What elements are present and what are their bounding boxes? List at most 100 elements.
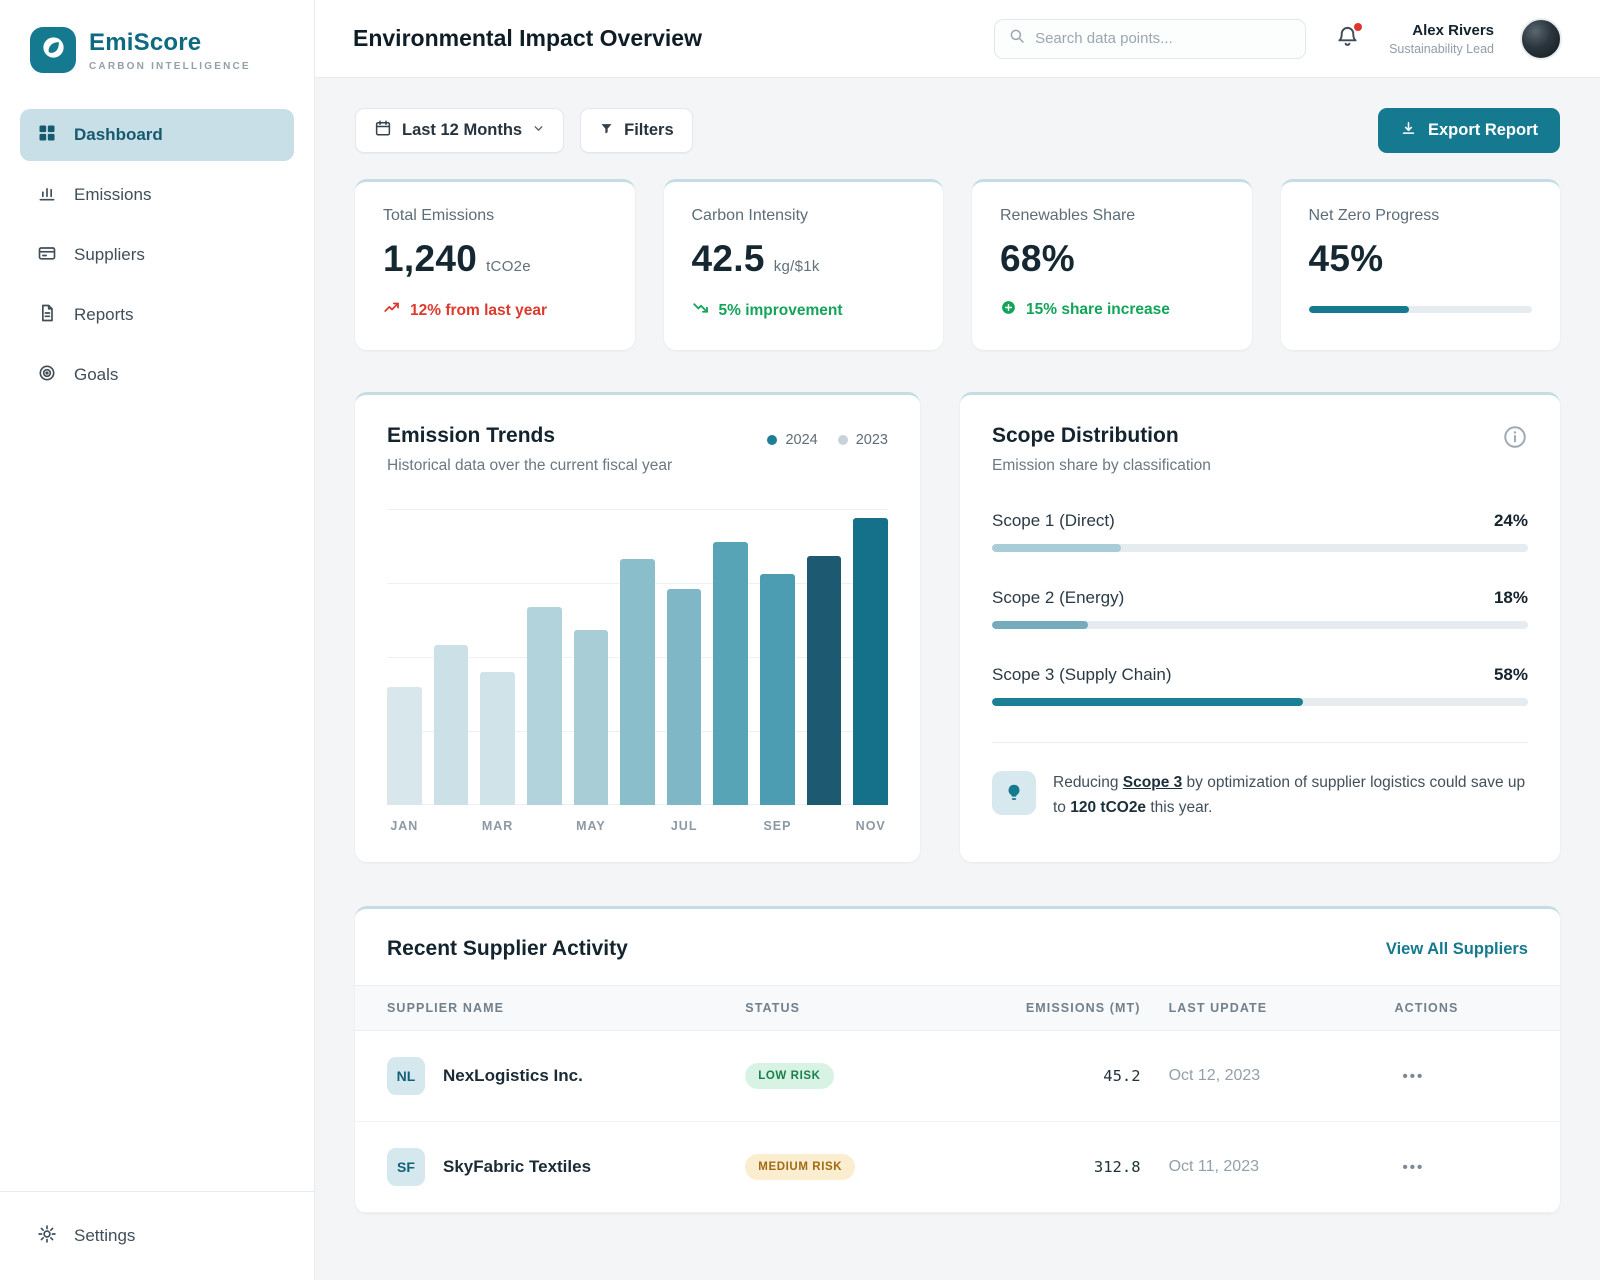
tip-text: Reducing Scope 3 by optimization of supp… xyxy=(1053,771,1528,821)
brand: EmiScore CARBON INTELLIGENCE xyxy=(0,0,314,109)
stat-card-carbon-intensity: Carbon Intensity 42.5 kg/$1k 5% improvem… xyxy=(664,179,944,350)
filters-button[interactable]: Filters xyxy=(580,108,693,153)
scope-pct: 24% xyxy=(1494,511,1528,531)
sidebar-item-settings[interactable]: Settings xyxy=(20,1210,294,1262)
supplier-name: NexLogistics Inc. xyxy=(443,1066,583,1086)
trend-up-icon xyxy=(383,299,401,322)
divider xyxy=(992,742,1528,743)
scope-row-2: Scope 2 (Energy) 18% xyxy=(992,588,1528,629)
x-axis-label xyxy=(713,819,748,833)
scope-distribution-card: Scope Distribution Emission share by cla… xyxy=(960,392,1560,862)
col-supplier-name: SUPPLIER NAME xyxy=(387,1001,745,1015)
scope-fill xyxy=(992,698,1303,706)
avatar[interactable] xyxy=(1520,18,1562,60)
scope-row-1: Scope 1 (Direct) 24% xyxy=(992,511,1528,552)
gear-icon xyxy=(37,1224,57,1249)
sidebar-footer: Settings xyxy=(0,1191,314,1280)
export-report-button[interactable]: Export Report xyxy=(1378,108,1560,153)
x-axis-label: MAY xyxy=(574,819,609,833)
info-icon[interactable] xyxy=(1502,424,1528,450)
legend-item-2023: 2023 xyxy=(838,432,888,448)
suppliers-head: Recent Supplier Activity View All Suppli… xyxy=(355,909,1560,985)
sidebar-item-label: Emissions xyxy=(74,185,151,205)
supplier-initials-avatar: SF xyxy=(387,1148,425,1186)
toolbar: Last 12 Months Filters Export Report xyxy=(355,108,1560,153)
document-icon xyxy=(37,303,57,328)
bar-sep xyxy=(760,509,795,805)
bar-apr xyxy=(527,509,562,805)
col-status: STATUS xyxy=(745,1001,1018,1015)
user-name: Alex Rivers xyxy=(1389,22,1494,39)
sidebar-item-label: Goals xyxy=(74,365,118,385)
scope-track xyxy=(992,621,1528,629)
status-badge: LOW RISK xyxy=(745,1063,833,1089)
notifications-button[interactable] xyxy=(1332,21,1363,57)
wallet-icon xyxy=(37,243,57,268)
scope-pct: 18% xyxy=(1494,588,1528,608)
legend-dot-2023 xyxy=(838,435,848,445)
calendar-icon xyxy=(374,119,392,142)
net-zero-progress-fill xyxy=(1309,306,1410,313)
emission-trends-card: Emission Trends Historical data over the… xyxy=(355,392,920,862)
topbar: Environmental Impact Overview Alex River… xyxy=(315,0,1600,78)
stat-card-renewables-share: Renewables Share 68% 15% share increase xyxy=(972,179,1252,350)
table-row: NL NexLogistics Inc. LOW RISK 45.2 Oct 1… xyxy=(355,1031,1560,1122)
notification-dot xyxy=(1354,23,1362,31)
trend-down-icon xyxy=(692,299,710,322)
more-options-button[interactable]: ••• xyxy=(1394,1064,1432,1089)
col-last-update: LAST UPDATE xyxy=(1169,1001,1395,1015)
emissions-value: 312.8 xyxy=(1018,1158,1169,1176)
bar-oct xyxy=(807,509,842,805)
scope-tip: Reducing Scope 3 by optimization of supp… xyxy=(992,771,1528,821)
app-root: EmiScore CARBON INTELLIGENCE Dashboard E… xyxy=(0,0,1600,1280)
scope-3-link[interactable]: Scope 3 xyxy=(1123,774,1182,791)
sidebar-item-dashboard[interactable]: Dashboard xyxy=(20,109,294,161)
sidebar-item-emissions[interactable]: Emissions xyxy=(20,169,294,221)
x-axis-label xyxy=(434,819,469,833)
bar-aug xyxy=(713,509,748,805)
table-row: SF SkyFabric Textiles MEDIUM RISK 312.8 … xyxy=(355,1122,1560,1213)
emission-trends-title: Emission Trends xyxy=(387,424,672,448)
scope-label: Scope 2 (Energy) xyxy=(992,588,1124,608)
x-axis-label xyxy=(527,819,562,833)
sidebar-item-suppliers[interactable]: Suppliers xyxy=(20,229,294,281)
scope-label: Scope 1 (Direct) xyxy=(992,511,1115,531)
sidebar-item-reports[interactable]: Reports xyxy=(20,289,294,341)
col-actions: ACTIONS xyxy=(1394,1001,1527,1015)
search-input[interactable] xyxy=(1035,30,1292,47)
bar-jan xyxy=(387,509,422,805)
col-emissions: EMISSIONS (MT) xyxy=(1018,1001,1169,1015)
stat-delta: 5% improvement xyxy=(692,299,916,322)
brand-name: EmiScore xyxy=(89,29,251,57)
scope-track xyxy=(992,698,1528,706)
emission-bars xyxy=(387,509,888,805)
date-range-dropdown[interactable]: Last 12 Months xyxy=(355,108,564,153)
status-cell: LOW RISK xyxy=(745,1063,1018,1089)
legend-dot-2024 xyxy=(767,435,777,445)
scope-row-3: Scope 3 (Supply Chain) 58% xyxy=(992,665,1528,706)
scope-head: Scope Distribution Emission share by cla… xyxy=(992,424,1528,475)
sidebar-item-label: Suppliers xyxy=(74,245,145,265)
emission-x-labels: JANMARMAYJULSEPNOV xyxy=(387,819,888,833)
view-all-suppliers-link[interactable]: View All Suppliers xyxy=(1386,940,1528,959)
scope-titles: Scope Distribution Emission share by cla… xyxy=(992,424,1211,475)
emission-trends-chart xyxy=(387,509,888,805)
table-header: SUPPLIER NAME STATUS EMISSIONS (MT) LAST… xyxy=(355,985,1560,1031)
scope-rows: Scope 1 (Direct) 24% Scope 2 (Energy) 18… xyxy=(992,511,1528,706)
supplier-cell: SF SkyFabric Textiles xyxy=(387,1148,745,1186)
sidebar: EmiScore CARBON INTELLIGENCE Dashboard E… xyxy=(0,0,315,1280)
bar-feb xyxy=(434,509,469,805)
status-cell: MEDIUM RISK xyxy=(745,1154,1018,1180)
scope-fill xyxy=(992,621,1088,629)
emission-trends-head: Emission Trends Historical data over the… xyxy=(387,424,888,475)
search-icon xyxy=(1008,27,1026,50)
chevron-down-icon xyxy=(532,121,545,140)
x-axis-label xyxy=(620,819,655,833)
emission-trends-subtitle: Historical data over the current fiscal … xyxy=(387,457,672,475)
sidebar-item-goals[interactable]: Goals xyxy=(20,349,294,401)
emissions-value: 45.2 xyxy=(1018,1067,1169,1085)
more-options-button[interactable]: ••• xyxy=(1394,1155,1432,1180)
brand-tagline: CARBON INTELLIGENCE xyxy=(89,61,251,72)
bar-mar xyxy=(480,509,515,805)
scope-title: Scope Distribution xyxy=(992,424,1211,448)
